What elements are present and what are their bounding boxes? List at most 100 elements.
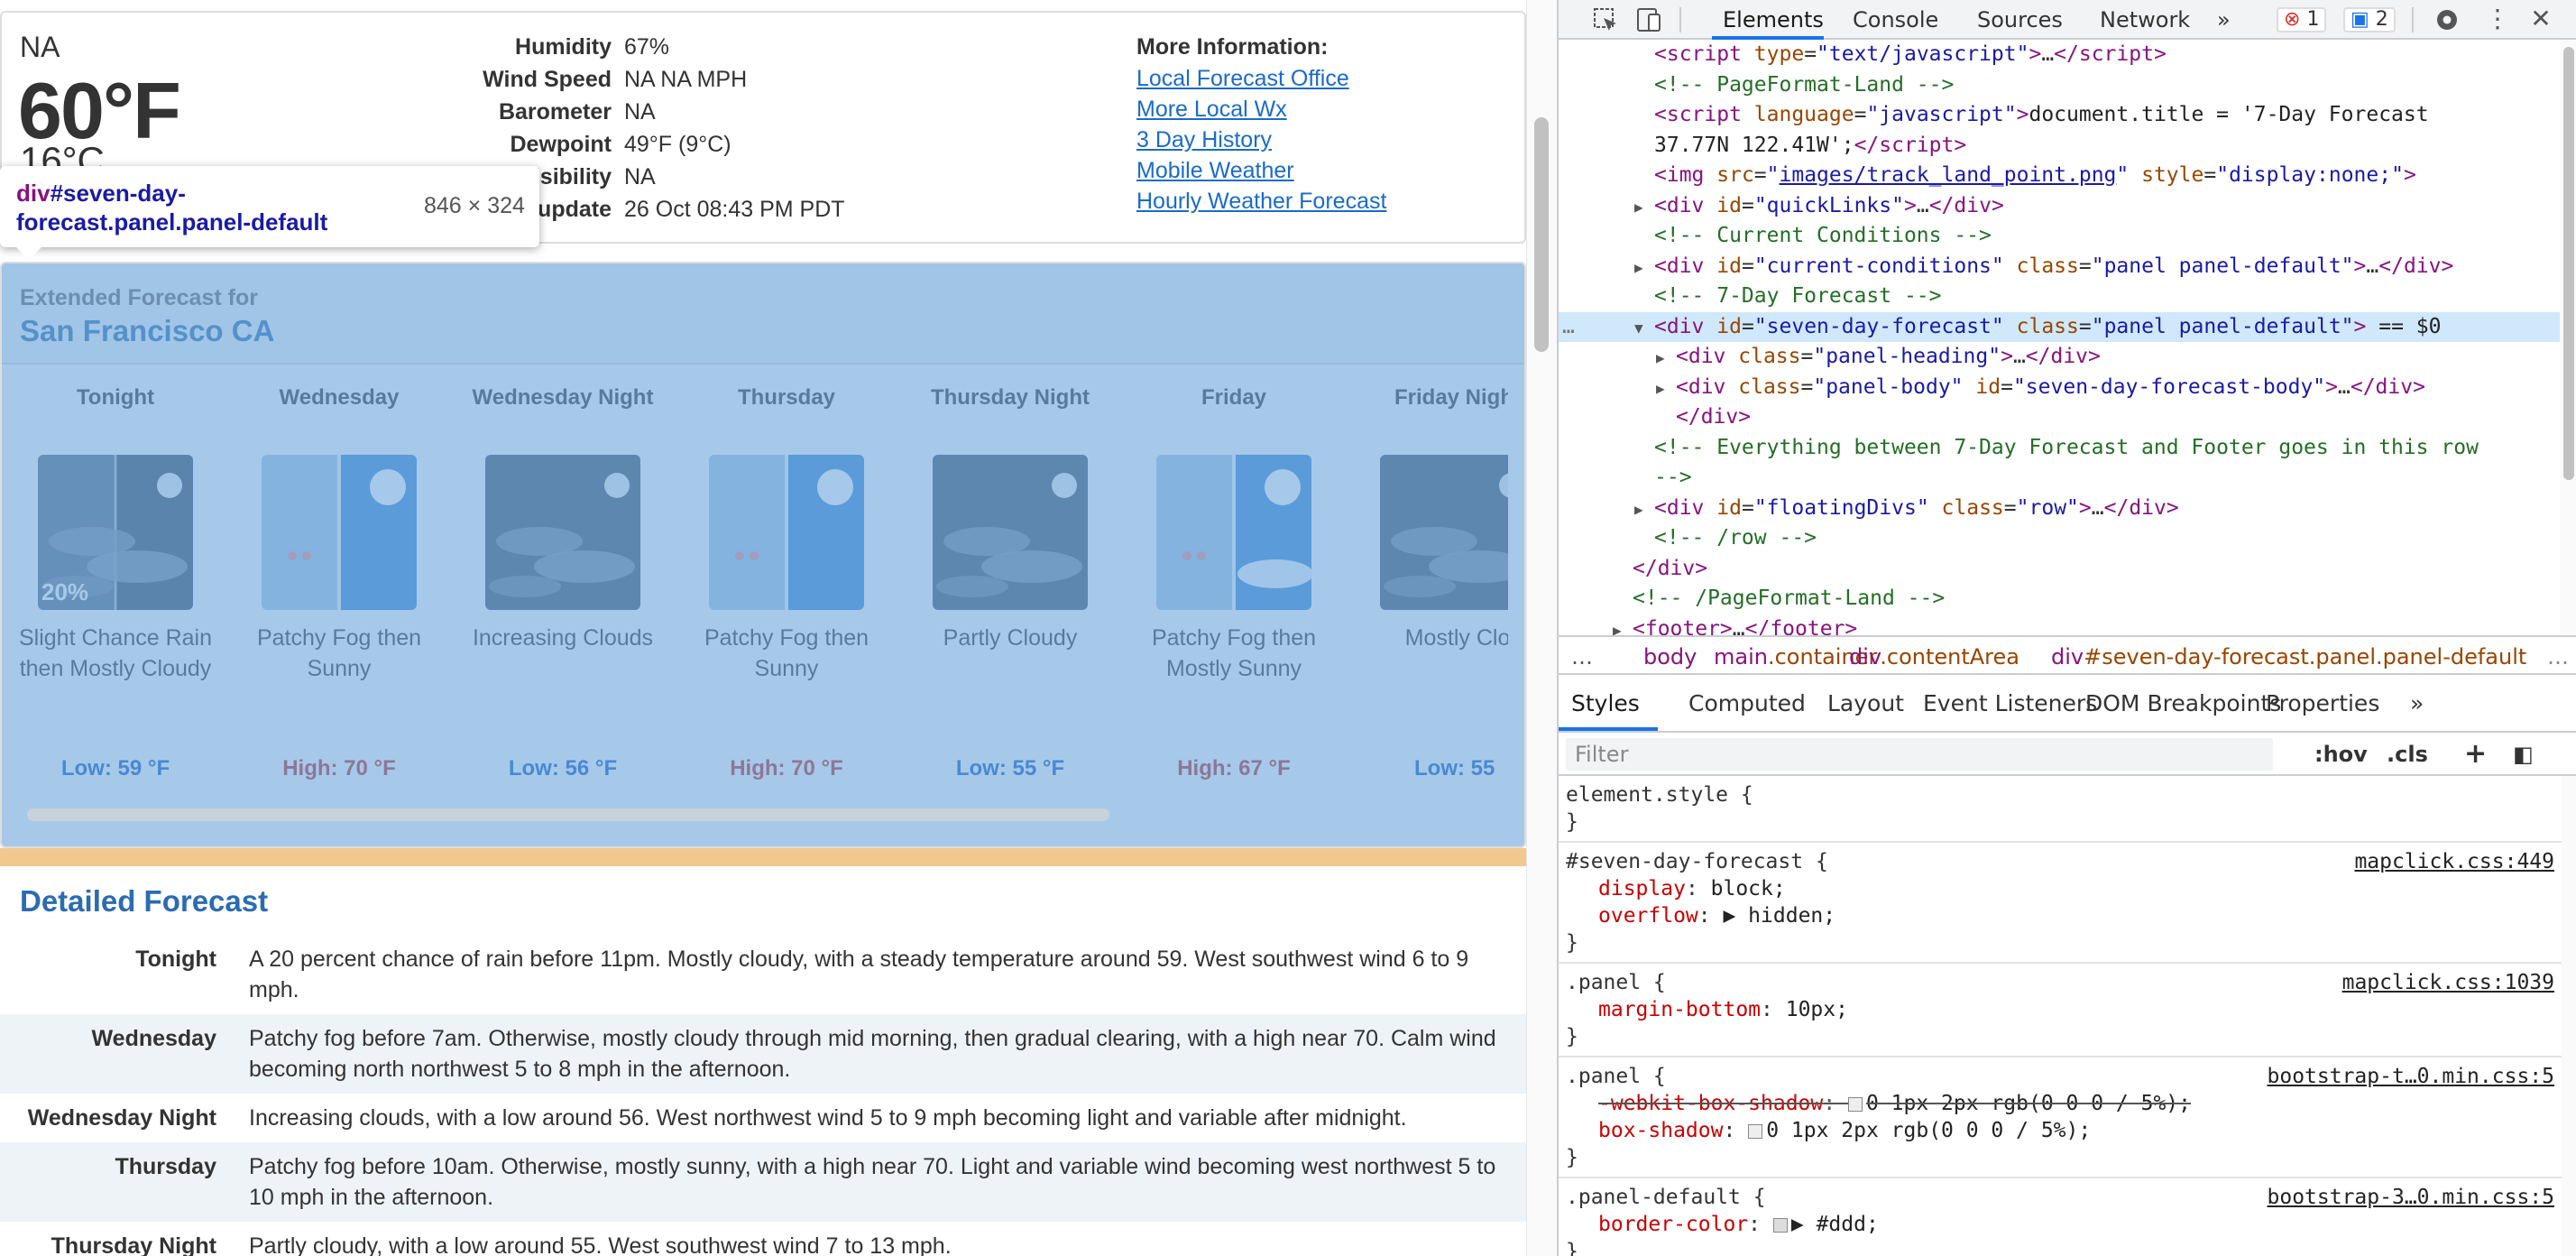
dom-node[interactable]: ▶ <footer>…</footer> [1559, 614, 2560, 636]
collapsed-triangle-icon[interactable]: ▶ [1634, 253, 1654, 283]
inspect-tooltip: div#seven-day-forecast.panel.panel-defau… [0, 166, 539, 260]
current-detail-value: NA NA MPH [624, 66, 748, 92]
night-mostly-cloudy-icon [1380, 455, 1508, 610]
collapsed-triangle-icon[interactable]: ▶ [1634, 494, 1654, 525]
more-info-link[interactable]: More Local Wx [1136, 94, 1386, 125]
styles-scrollbar[interactable] [2562, 776, 2576, 1256]
messages-badge[interactable]: ▣ 2 [2343, 7, 2396, 32]
css-selector[interactable]: element.style { [1566, 781, 2554, 808]
breadcrumb-ellipsis[interactable]: … [1571, 642, 1593, 671]
period-name: Thursday [737, 385, 836, 410]
css-declaration[interactable]: margin-bottom: 10px; [1566, 996, 2554, 1023]
period-temp: Low: 56 °F [508, 756, 618, 780]
more-info-link[interactable]: 3 Day History [1136, 125, 1386, 155]
dom-node[interactable]: 37.77N 122.41W';</script> [1559, 131, 2560, 162]
css-declaration[interactable]: border-color: ▶ #ddd; [1566, 1211, 2554, 1238]
styles-filter-input[interactable]: Filter [1566, 738, 2273, 771]
toggle-sidebar-icon[interactable]: ◧ [2513, 738, 2534, 771]
tab-console[interactable]: Console [1853, 5, 1938, 34]
detailed-period: Thursday Night [51, 1233, 216, 1256]
more-info-link[interactable]: Mobile Weather [1136, 155, 1386, 186]
breadcrumb-overflow[interactable]: … [2547, 642, 2569, 671]
tab-elements[interactable]: Elements [1723, 5, 1824, 34]
collapsed-triangle-icon[interactable]: ▶ [1613, 615, 1633, 636]
dom-node[interactable]: ▶ <div id="current-conditions" class="pan… [1559, 252, 2560, 282]
collapsed-triangle-icon[interactable]: ▶ [1634, 192, 1654, 223]
dom-node[interactable]: </div> [1559, 554, 2560, 585]
dom-node[interactable]: <!-- /PageFormat-Land --> [1559, 584, 2560, 614]
css-source-link[interactable]: bootstrap-3…0.min.css:5 [2268, 1184, 2555, 1211]
short-description: Mostly Clo [1404, 625, 1508, 651]
expanded-triangle-icon[interactable]: ▼ [1634, 313, 1654, 344]
dom-node[interactable]: --> [1559, 463, 2560, 494]
forecast-tombstones: Tonight 20% Slight Chance Rain then Most… [20, 383, 1508, 707]
period-temp: High: 70 °F [730, 756, 843, 780]
night-clouds-icon [485, 455, 640, 610]
collapsed-triangle-icon[interactable]: ▶ [1656, 374, 1676, 404]
dom-node[interactable]: ▶ <div id="quickLinks">…</div> [1559, 191, 2560, 222]
current-detail-row: Barometer NA [435, 96, 845, 128]
tab-network[interactable]: Network [2100, 5, 2190, 34]
errors-badge[interactable]: ⊗ 1 [2277, 7, 2327, 32]
styles-tab-layout[interactable]: Layout [1827, 689, 1904, 718]
css-declaration[interactable]: -webkit-box-shadow: 0 1px 2px rgb(0 0 0 … [1566, 1090, 2554, 1117]
more-info-link[interactable]: Hourly Weather Forecast [1136, 186, 1386, 217]
styles-tab-dom-breakpoints[interactable]: DOM Breakpoints [2085, 689, 2281, 718]
styles-more-tabs[interactable]: » [2410, 689, 2424, 718]
more-info-link[interactable]: Local Forecast Office [1136, 63, 1386, 94]
dom-node[interactable]: ▶ <div id="floatingDivs" class="row">…</d… [1559, 494, 2560, 524]
dom-node[interactable]: <!-- Current Conditions --> [1559, 221, 2560, 252]
css-source-link[interactable]: mapclick.css:449 [2354, 848, 2554, 875]
tab-sources[interactable]: Sources [1977, 5, 2063, 34]
cls-button[interactable]: .cls [2387, 738, 2428, 771]
settings-gear-icon[interactable] [2432, 5, 2462, 34]
css-declaration[interactable]: overflow: ▶ hidden; [1566, 902, 2554, 929]
styles-tab-properties[interactable]: Properties [2266, 689, 2379, 718]
new-rule-icon[interactable]: + [2464, 738, 2487, 771]
page-scrollbar-thumb[interactable] [1534, 117, 1549, 352]
dom-node[interactable]: <img src="images/track_land_point.png" s… [1559, 161, 2560, 191]
css-rule[interactable]: .panel-default {bootstrap-3…0.min.css:5 b… [1559, 1178, 2562, 1256]
css-rule[interactable]: element.style {} [1559, 776, 2562, 843]
css-declaration[interactable]: display: block; [1566, 875, 2554, 902]
styles-rules: element.style {} #seven-day-forecast {map… [1559, 776, 2562, 1256]
dom-node[interactable]: <!-- 7-Day Forecast --> [1559, 282, 2560, 312]
css-rule[interactable]: #seven-day-forecast {mapclick.css:449 dis… [1559, 843, 2562, 964]
dom-node[interactable]: <!-- /row --> [1559, 523, 2560, 554]
short-description: Partly Cloudy [943, 625, 1078, 651]
close-icon[interactable]: ✕ [2525, 5, 2556, 34]
css-source-link[interactable]: bootstrap-t…0.min.css:5 [2268, 1063, 2555, 1090]
hov-button[interactable]: :hov [2314, 738, 2368, 771]
more-tabs-button[interactable]: » [2217, 5, 2231, 34]
dom-node[interactable]: <!-- PageFormat-Land --> [1559, 70, 2560, 101]
period-temp: Low: 55 [1414, 756, 1495, 780]
current-detail-value: 67% [624, 33, 670, 60]
css-source-link[interactable]: mapclick.css:1039 [2342, 969, 2554, 996]
page-scrollbar[interactable] [1526, 0, 1557, 1256]
dom-node[interactable]: <script type="text/javascript">…</script… [1559, 40, 2560, 70]
css-declaration[interactable]: box-shadow: 0 1px 2px rgb(0 0 0 / 5%); [1566, 1117, 2554, 1144]
breadcrumb-item[interactable]: body [1643, 642, 1697, 671]
breadcrumb-item[interactable]: div#seven-day-forecast.panel.panel-defau… [2051, 642, 2526, 671]
device-toolbar-icon[interactable] [1634, 5, 1665, 34]
forecast-tombstone: Friday Patchy Fog then Mostly Sunny [1120, 383, 1348, 707]
dom-scrollbar[interactable] [2560, 40, 2576, 635]
css-rule[interactable]: .panel {bootstrap-t…0.min.css:5 -webkit-b… [1559, 1057, 2562, 1178]
dom-node[interactable]: ▶ <div class="panel-body" id="seven-day-f… [1559, 373, 2560, 403]
dom-node[interactable]: </div> [1559, 402, 2560, 433]
styles-tab-styles[interactable]: Styles [1571, 689, 1640, 718]
inspect-element-icon[interactable] [1591, 5, 1622, 34]
breadcrumb-item[interactable]: div.contentArea [1849, 642, 2019, 671]
css-rule[interactable]: .panel {mapclick.css:1039 margin-bottom: … [1559, 964, 2562, 1057]
dom-node-selected[interactable]: … ▼ <div id="seven-day-forecast" class="pa… [1559, 311, 2560, 344]
styles-tab-event-listeners[interactable]: Event Listeners [1923, 689, 2097, 718]
dom-node[interactable]: <script language="javascript">document.t… [1559, 100, 2560, 131]
detailed-forecast-row: Thursday Night Partly cloudy, with a low … [0, 1222, 1526, 1256]
kebab-menu-icon[interactable]: ⋮ [2482, 5, 2513, 34]
dom-node[interactable]: <!-- Everything between 7-Day Forecast a… [1559, 433, 2560, 464]
location-name: San Francisco CA [20, 314, 275, 347]
dom-node[interactable]: ▶ <div class="panel-heading">…</div> [1559, 342, 2560, 373]
forecast-scrollbar[interactable] [27, 808, 1109, 821]
styles-tab-computed[interactable]: Computed [1688, 689, 1806, 718]
collapsed-triangle-icon[interactable]: ▶ [1656, 343, 1676, 374]
